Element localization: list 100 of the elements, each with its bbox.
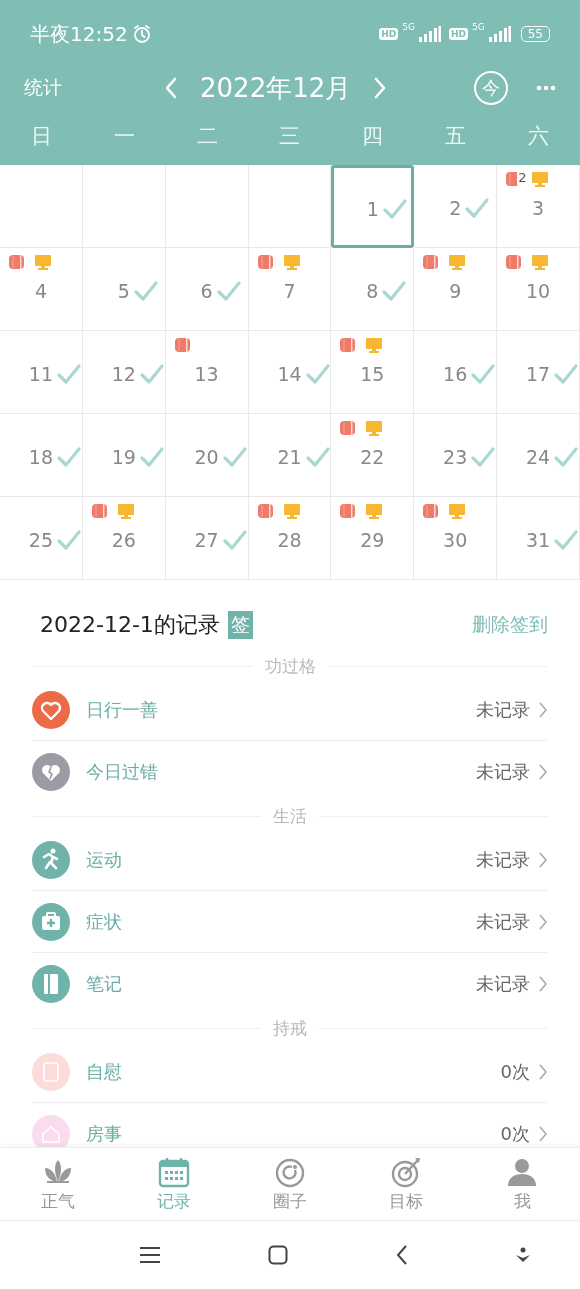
day-number: 13 [194, 363, 219, 385]
calendar-day[interactable]: 18 [0, 414, 83, 497]
day-number: 8 [366, 280, 379, 302]
today-button[interactable]: 今 [474, 71, 508, 105]
record-row[interactable]: 笔记 未记录 [32, 953, 548, 1015]
calendar-day[interactable]: 31 [497, 497, 580, 580]
day-number: 9 [449, 280, 462, 302]
record-row[interactable]: 日行一善 未记录 [32, 679, 548, 741]
calendar-day[interactable]: 5 [82, 248, 166, 331]
month-title: 2022年12月 [200, 71, 352, 105]
day-number: 27 [194, 529, 219, 551]
calendar-icon [157, 1155, 191, 1188]
chevron-icon [538, 763, 548, 781]
back-icon[interactable] [395, 1245, 408, 1265]
calendar-day[interactable]: 10 [497, 248, 580, 331]
section-heading: 功过格 [264, 654, 316, 678]
day-number: 28 [277, 529, 302, 551]
calendar-day[interactable]: 2 [414, 165, 498, 248]
tab[interactable]: 正气 [0, 1148, 116, 1221]
record-row[interactable]: 自慰 0次 [32, 1041, 548, 1103]
signal-icon [419, 26, 441, 42]
target-icon [389, 1155, 423, 1188]
menu-icon[interactable] [138, 1246, 161, 1264]
count-label: 2 [517, 170, 528, 186]
weekday-label: 六 [527, 123, 551, 150]
record-row[interactable]: 症状 未记录 [32, 891, 548, 953]
hd-badge: HD [379, 28, 399, 40]
day-number: 16 [443, 363, 468, 385]
day-number: 18 [28, 446, 53, 468]
calendar-day[interactable]: 26 [82, 497, 166, 580]
calendar-day[interactable]: 30 [414, 497, 498, 580]
battery-indicator: 55 [520, 26, 550, 42]
calendar-day[interactable]: 16 [414, 331, 498, 414]
chevron-icon [538, 1125, 548, 1143]
calendar-day[interactable]: 13 [165, 331, 249, 414]
tab[interactable]: 我 [464, 1148, 580, 1221]
day-number: 3 [532, 197, 545, 219]
tab[interactable]: 圈子 [232, 1148, 348, 1221]
calendar-day[interactable]: 27 [165, 497, 249, 580]
record-row[interactable]: 今日过错 未记录 [32, 741, 548, 803]
calendar-day[interactable]: 9 [414, 248, 498, 331]
calendar-day[interactable]: 11 [0, 331, 83, 414]
calendar-day[interactable]: 12 [82, 331, 166, 414]
calendar-day[interactable]: 15 [331, 331, 415, 414]
alarm-icon [131, 24, 152, 44]
day-number: 24 [525, 446, 551, 468]
network-label: 5G [402, 22, 415, 32]
chevron-icon [538, 912, 548, 931]
day-number: 5 [117, 280, 130, 302]
stats-link[interactable]: 统计 [24, 75, 164, 101]
calendar-day[interactable]: 24 [497, 414, 580, 497]
assistant-icon[interactable] [515, 1247, 532, 1263]
network-label: 5G [472, 22, 485, 32]
calendar-day[interactable]: 29 [331, 497, 415, 580]
day-number: 14 [277, 363, 302, 385]
sign-badge: 签 [227, 611, 253, 639]
day-number: 6 [200, 280, 213, 302]
section-heading: 持戒 [273, 1016, 307, 1040]
day-number: 10 [525, 280, 551, 302]
calendar-day[interactable]: 6 [165, 248, 249, 331]
calendar-day[interactable]: 21 [248, 414, 332, 497]
home-icon[interactable] [268, 1245, 289, 1265]
calendar-day[interactable]: 22 [331, 414, 415, 497]
calendar-day[interactable]: 28 [248, 497, 332, 580]
day-number: 20 [194, 446, 219, 468]
record-row[interactable]: 房事 0次 [32, 1103, 548, 1147]
calendar-day[interactable]: 17 [497, 331, 580, 414]
day-number: 4 [34, 280, 47, 302]
day-number: 21 [277, 446, 302, 468]
record-title: 2022-12-1的记录 [40, 611, 220, 639]
chevron-icon [538, 975, 548, 993]
chevron-icon [538, 700, 548, 719]
calendar-day[interactable]: 1 [331, 165, 415, 248]
calendar-day[interactable]: 19 [82, 414, 166, 497]
tab[interactable]: 目标 [348, 1148, 464, 1221]
calendar-day[interactable]: 20 [165, 414, 249, 497]
weekday-label: 三 [278, 123, 302, 150]
record-row[interactable]: 运动 未记录 [32, 829, 548, 891]
day-number: 1 [366, 197, 379, 220]
calendar-day[interactable]: 23 [414, 414, 498, 497]
calendar-day[interactable]: 14 [248, 331, 332, 414]
delete-checkin-link[interactable]: 删除签到 [472, 612, 548, 638]
weekday-label: 二 [195, 123, 219, 150]
day-number: 19 [111, 446, 136, 468]
calendar-day[interactable]: 7 [248, 248, 332, 331]
tab[interactable]: 记录 [116, 1148, 232, 1221]
chevron-icon [538, 850, 548, 869]
hd-badge: HD [449, 28, 468, 40]
day-number: 29 [360, 529, 385, 551]
weekday-label: 日 [29, 123, 53, 150]
day-number: 30 [443, 529, 468, 551]
calendar-day[interactable]: 4 [0, 248, 83, 331]
section-heading: 生活 [273, 804, 307, 828]
day-number: 25 [28, 529, 53, 551]
signal-icon [488, 26, 511, 42]
day-number: 31 [525, 529, 551, 551]
day-number: 11 [28, 363, 53, 385]
calendar-day[interactable]: 8 [331, 248, 415, 331]
calendar-day[interactable]: 2 3 [497, 165, 580, 248]
calendar-day[interactable]: 25 [0, 497, 83, 580]
